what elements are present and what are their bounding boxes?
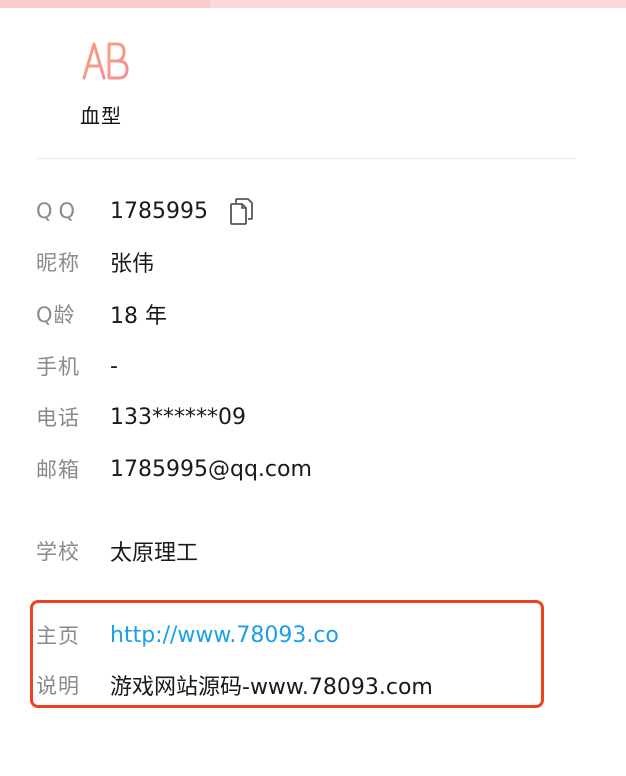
profile-row-email: 邮箱 1785995@qq.com bbox=[36, 449, 312, 489]
mobile-value: - bbox=[110, 353, 118, 379]
copy-icon[interactable] bbox=[228, 197, 254, 225]
mobile-label: 手机 bbox=[36, 355, 80, 379]
top-banner-strip bbox=[0, 0, 626, 8]
phone-value: 133******09 bbox=[110, 404, 246, 430]
qq-age-label: Q龄 bbox=[36, 303, 76, 327]
school-label: 学校 bbox=[36, 540, 80, 564]
homepage-label: 主页 bbox=[36, 624, 80, 648]
profile-row-qq: QQ 1785995 bbox=[36, 191, 254, 231]
qq-age-value: 18 年 bbox=[110, 304, 167, 329]
school-value: 太原理工 bbox=[110, 541, 199, 566]
ab-blood-type-icon bbox=[82, 42, 129, 80]
blood-type-label: 血型 bbox=[80, 104, 122, 128]
section-divider bbox=[36, 158, 576, 159]
profile-row-phone: 电话 133******09 bbox=[36, 397, 246, 437]
profile-row-nickname: 昵称 张伟 bbox=[36, 242, 154, 282]
description-label: 说明 bbox=[36, 674, 80, 698]
nickname-value: 张伟 bbox=[110, 252, 155, 277]
profile-row-qq-age: Q龄 18 年 bbox=[36, 294, 167, 334]
phone-label: 电话 bbox=[36, 406, 80, 430]
email-value[interactable]: 1785995@qq.com bbox=[110, 457, 312, 482]
qq-value: 1785995 bbox=[110, 198, 208, 224]
profile-row-school: 学校 太原理工 bbox=[36, 531, 198, 571]
profile-row-mobile: 手机 - bbox=[36, 346, 118, 386]
homepage-link[interactable]: http://www.78093.co bbox=[110, 623, 339, 648]
description-value: 游戏网站源码-www.78093.com bbox=[110, 675, 433, 700]
profile-row-description: 说明 游戏网站源码-www.78093.com bbox=[36, 665, 433, 705]
profile-row-homepage: 主页 http://www.78093.co bbox=[36, 615, 339, 655]
nickname-label: 昵称 bbox=[36, 251, 80, 275]
qq-value-wrap: 1785995 bbox=[110, 197, 254, 225]
qq-label: QQ bbox=[36, 199, 82, 223]
email-label: 邮箱 bbox=[36, 458, 80, 482]
